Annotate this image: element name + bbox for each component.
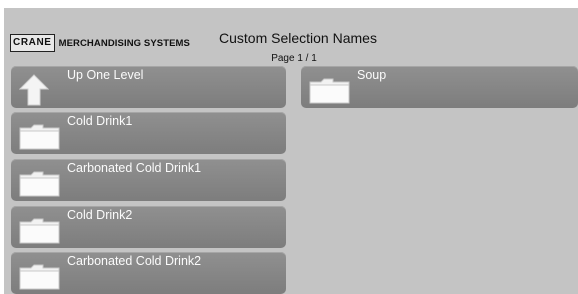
up-one-level-button[interactable]: Up One Level [11, 66, 286, 108]
folder-icon [309, 78, 350, 104]
logo-subtitle: MERCHANDISING SYSTEMS [58, 37, 190, 49]
folder-label: Carbonated Cold Drink1 [67, 161, 202, 175]
folder-label: Cold Drink2 [67, 208, 133, 222]
folder-item-cold-drink1[interactable]: Cold Drink1 [11, 112, 286, 154]
selection-screen: CRANE MERCHANDISING SYSTEMS Custom Selec… [4, 8, 578, 294]
page-indicator: Page 1 / 1 [271, 53, 317, 64]
folder-label: Carbonated Cold Drink2 [67, 254, 202, 268]
folder-item-carbonated-cold-drink2[interactable]: Carbonated Cold Drink2 [11, 252, 286, 294]
up-one-level-label: Up One Level [67, 68, 144, 82]
folder-icon [19, 171, 60, 197]
folder-label: Cold Drink1 [67, 114, 133, 128]
folder-item-carbonated-cold-drink1[interactable]: Carbonated Cold Drink1 [11, 159, 286, 201]
header: CRANE MERCHANDISING SYSTEMS Custom Selec… [4, 8, 578, 64]
logo-name: CRANE [10, 34, 55, 52]
up-arrow-icon [19, 74, 49, 106]
folder-item-soup[interactable]: Soup [301, 66, 578, 108]
page-title: Custom Selection Names [219, 30, 377, 46]
folder-icon [19, 218, 60, 244]
folder-icon [19, 264, 60, 290]
folder-label: Soup [357, 68, 387, 82]
crane-logo: CRANE MERCHANDISING SYSTEMS [10, 32, 190, 54]
folder-icon [19, 124, 60, 150]
folder-item-cold-drink2[interactable]: Cold Drink2 [11, 206, 286, 248]
